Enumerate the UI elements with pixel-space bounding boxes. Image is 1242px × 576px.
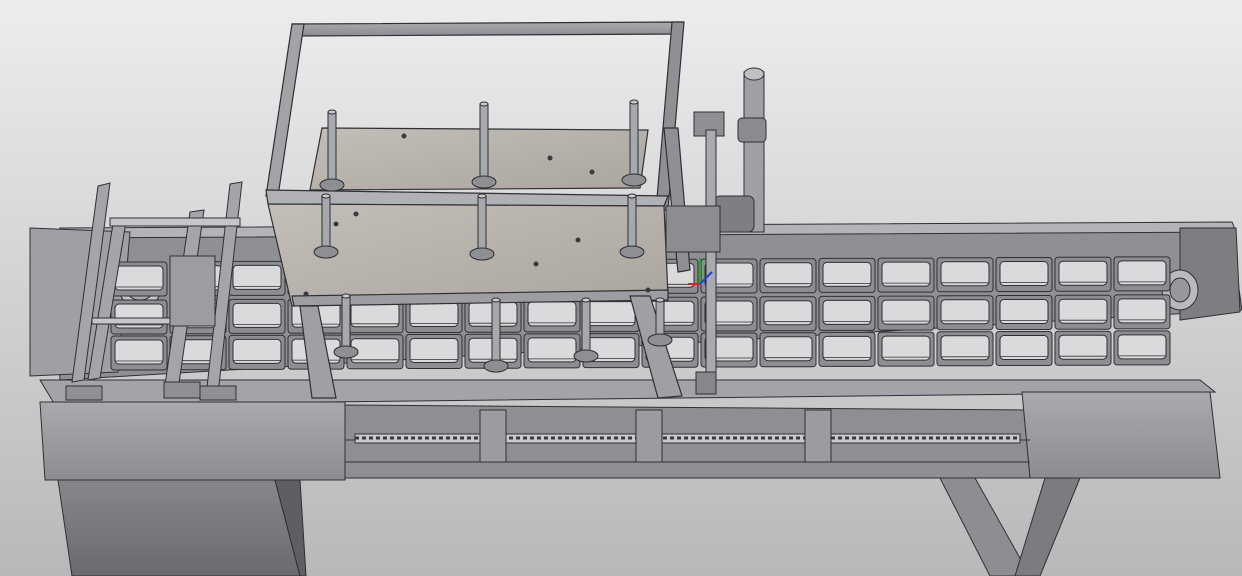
bolt-hole xyxy=(589,169,595,175)
tray-cell xyxy=(995,257,1053,292)
tray-cell xyxy=(523,333,581,369)
tray-cell xyxy=(1113,294,1171,330)
tray-cell xyxy=(995,331,1053,366)
tray-cell xyxy=(405,334,463,369)
tray-cell xyxy=(1054,330,1112,366)
tray-cell xyxy=(1113,256,1171,292)
tray-cell xyxy=(759,258,817,294)
tray-cell xyxy=(110,335,168,371)
bolt-hole xyxy=(533,261,539,267)
drive-chain xyxy=(354,433,1021,444)
tray-cell xyxy=(759,296,817,332)
bolt-hole xyxy=(333,221,339,227)
tray-cell xyxy=(877,295,935,331)
tray-cell xyxy=(523,297,581,333)
bolt-hole xyxy=(547,155,553,161)
tray-cell xyxy=(228,298,286,334)
tray-cell xyxy=(936,295,994,331)
tray-cell xyxy=(818,331,876,367)
tray-cell xyxy=(995,295,1053,330)
tray-cell xyxy=(877,331,935,367)
tray-cell xyxy=(110,261,168,297)
tray-cell xyxy=(936,257,994,293)
tray-cell xyxy=(582,297,640,333)
tray-cell xyxy=(759,332,817,368)
bolt-hole xyxy=(575,237,581,243)
tray-cell xyxy=(1054,294,1112,330)
tray-cell xyxy=(818,295,876,331)
tray-cell xyxy=(877,257,935,293)
cad-viewport[interactable] xyxy=(0,0,1242,576)
machine-model-render xyxy=(0,0,1242,576)
bolt-hole xyxy=(353,211,359,217)
tray-cell xyxy=(1054,256,1112,292)
tray-cell xyxy=(936,331,994,367)
bolt-hole xyxy=(645,287,651,293)
tray-cell xyxy=(228,260,286,296)
bolt-hole xyxy=(303,291,309,297)
tray-cell xyxy=(1113,330,1171,366)
tray-cell xyxy=(228,334,286,370)
bolt-hole xyxy=(401,133,407,139)
tray-cell xyxy=(110,299,168,335)
tray-cell xyxy=(818,257,876,293)
